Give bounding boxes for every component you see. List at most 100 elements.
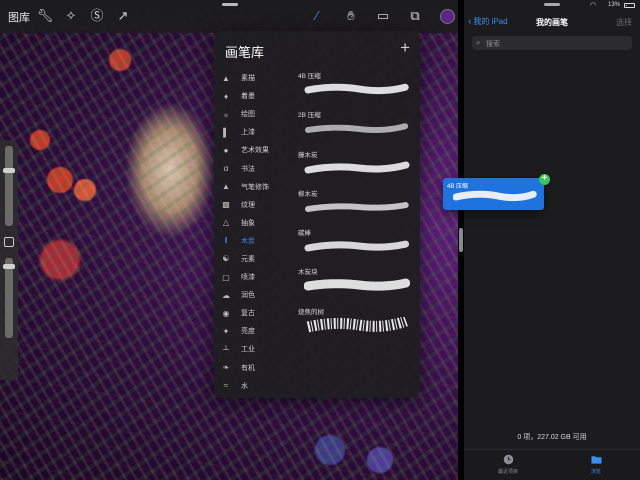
brush-stroke-preview [305,123,409,134]
category-item[interactable]: ▌ 上漆 [220,123,296,141]
magic-wand-icon[interactable]: ✧ [62,7,80,25]
retro-icon: ◉ [222,308,230,318]
category-item[interactable]: ▲ 素描 [220,69,296,87]
wifi-icon: ◠ [590,2,597,9]
transform-arrow-icon[interactable]: ↗ [114,7,132,25]
pencil-tip-icon: ▲ [222,73,230,83]
category-item[interactable]: ✦ 亮度 [220,322,296,340]
airbrush-icon: ▲ [222,182,230,192]
brush-size-thumb[interactable] [3,168,15,173]
dragged-brush-preview[interactable]: 4B 压缩 + [443,174,550,210]
brush-item[interactable]: 4B 压缩 [294,67,416,106]
split-view-handle[interactable] [459,228,463,252]
category-item[interactable]: ● 艺术效果 [220,141,296,159]
top-toolbar: 图库 🔧︎ ✧ Ⓢ ↗ ∕ ✋︎ ▭ ⧉ [0,0,461,33]
category-item[interactable]: ☁ 润色 [220,286,296,304]
brush-name: 藤木炭 [298,151,318,159]
multitask-handle[interactable] [544,3,560,6]
search-placeholder: 搜索 [486,41,500,48]
color-swatch[interactable] [440,9,455,24]
brush-size-slider[interactable] [3,146,15,226]
calligraphy-icon: α [223,164,229,174]
brush-stroke-preview [306,316,408,333]
gallery-button[interactable]: 图库 [8,9,30,25]
clock-icon [503,454,513,465]
brush-item[interactable]: 木炭块 [294,263,416,302]
folder-icon [590,456,602,464]
swirl-icon: ℴ [224,109,228,119]
category-item[interactable]: ┴ 工业 [220,340,296,358]
tab-label: 浏览 [590,469,601,475]
brush-stroke-preview [304,83,410,95]
wrench-icon[interactable]: 🔧︎ [36,7,54,25]
waves-icon: ≈ [223,381,229,391]
ink-drop-icon: ♦ [223,91,229,101]
brush-stroke-preview [304,278,410,292]
tab-bar: 最近项目 浏览 [464,449,640,480]
category-item[interactable]: ❧ 有机 [220,359,296,377]
tab-recents[interactable]: 最近项目 [478,454,538,475]
brush-name: 木炭块 [298,269,318,277]
multitask-handle[interactable] [222,3,238,6]
category-item[interactable]: △ 抽象 [220,214,296,232]
brush-name: 2B 压缩 [298,112,321,120]
brush-stroke-preview [305,201,409,212]
category-item[interactable]: ♦ 着墨 [220,87,296,105]
select-button[interactable]: 选择 [616,17,632,28]
files-app: ◠ 13% ‹ 我的 iPad 我的画笔 选择 ⌕ 搜索 0 项，227.02 … [464,0,640,480]
paint-brush-icon: ▌ [223,127,229,137]
category-item[interactable]: ▩ 纹理 [220,196,296,214]
brush-size-sidebar [0,140,18,380]
brush-stroke-preview [304,240,410,252]
brush-name: 碳棒 [298,230,311,238]
eraser-icon[interactable]: ▭ [374,7,392,25]
battery-percent: 13% [608,2,621,8]
brush-icon[interactable]: ∕ [308,7,326,25]
triangle-icon: △ [222,218,230,228]
status-bar: ◠ 13% [464,0,640,12]
brush-name: 4B 压缩 [298,73,321,80]
battery-icon [624,3,635,8]
brush-item[interactable]: 2B 压缩 [294,106,416,145]
leaf-icon: ❧ [222,363,230,373]
storage-info: 0 项，227.02 GB 可用 [517,434,587,441]
panel-title: 画笔库 [225,45,265,60]
category-item[interactable]: ≈ 水 [220,377,296,395]
category-item[interactable]: α 书法 [220,159,296,177]
selection-icon[interactable]: Ⓢ [88,7,106,25]
brush-list: 4B 压缩 2B 压缩 藤木炭 柳木炭 碳棒 木炭块 烧焦的树 [294,67,416,342]
dragged-brush-stroke [453,190,537,202]
brush-item[interactable]: 烧焦的树 [294,303,416,342]
brush-item[interactable]: 柳木炭 [294,185,416,224]
page-title: 我的画笔 [536,18,568,27]
add-brush-button[interactable]: + [400,39,410,57]
search-icon: ⌕ [476,38,481,47]
layers-icon[interactable]: ⧉ [406,7,424,25]
sparkle-icon: ✦ [222,326,230,336]
anvil-icon: ┴ [223,344,229,354]
category-item-active[interactable]: ‖ 木炭 [220,232,296,250]
search-field[interactable]: ⌕ 搜索 [472,36,632,50]
brush-name: 柳木炭 [298,190,318,198]
add-badge-icon: + [539,174,550,185]
brush-item[interactable]: 藤木炭 [294,146,416,185]
tab-browse[interactable]: 浏览 [566,454,626,475]
category-item[interactable]: ☯ 元素 [220,250,296,268]
brush-library-panel: 画笔库 + ▲ 素描 ♦ 着墨 ℴ 绘图 ▌ 上漆 ● 艺术效果 α 书法 ▲ 气笔修饰 ▩ 纹… [214,31,420,398]
category-item[interactable]: ▲ 气笔修饰 [220,178,296,196]
category-item[interactable]: ▢ 喷漆 [220,268,296,286]
modify-button[interactable] [4,237,14,247]
brush-stroke-preview [304,161,410,174]
category-item[interactable]: ◉ 复古 [220,304,296,322]
yin-yang-icon: ☯ [222,254,230,264]
texture-icon: ▩ [222,200,230,210]
category-item[interactable]: ℴ 绘图 [220,105,296,123]
opacity-slider[interactable] [3,258,15,338]
brush-name: 烧焦的树 [298,308,324,316]
brush-category-list: ▲ 素描 ♦ 着墨 ℴ 绘图 ▌ 上漆 ● 艺术效果 α 书法 ▲ 气笔修饰 ▩ 纹理 △ 抽象 … [220,69,296,395]
spray-can-icon: ▢ [222,272,230,282]
brush-item[interactable]: 碳棒 [294,224,416,263]
charcoal-icon: ‖ [224,236,228,246]
opacity-thumb[interactable] [3,264,15,269]
smudge-icon[interactable]: ✋︎ [342,7,360,25]
